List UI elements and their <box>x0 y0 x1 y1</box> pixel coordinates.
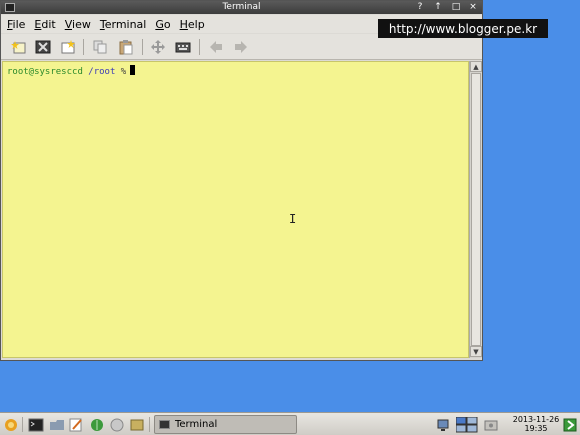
menu-view[interactable]: View <box>65 18 91 31</box>
ibeam-cursor-icon: I <box>289 212 297 226</box>
taskbar-separator <box>149 417 150 432</box>
text-cursor <box>130 65 136 75</box>
maximize-button[interactable]: □ <box>449 1 463 14</box>
taskbar: Terminal 2013-11-26 19:35 <box>0 412 580 435</box>
taskbar-item-terminal[interactable]: Terminal <box>154 415 297 434</box>
terminal-window: Terminal ? ↑ □ × File Edit View Terminal… <box>0 0 483 361</box>
start-menu-icon[interactable] <box>2 416 19 433</box>
prompt-user-host: root@sysresccd <box>7 67 83 77</box>
workspace-switcher[interactable] <box>456 416 478 433</box>
copy-icon[interactable] <box>91 38 109 56</box>
terminal-launcher-icon[interactable] <box>27 416 44 433</box>
menu-go[interactable]: Go <box>155 18 170 31</box>
menu-help[interactable]: Help <box>180 18 205 31</box>
file-manager-icon[interactable] <box>48 416 65 433</box>
scroll-down-icon[interactable]: ▼ <box>470 346 482 357</box>
toolbar-separator <box>199 39 200 55</box>
help-button[interactable]: ? <box>413 1 427 14</box>
system-tool-icon[interactable] <box>128 416 145 433</box>
clock[interactable]: 2013-11-26 19:35 <box>512 415 560 433</box>
network-icon[interactable] <box>436 416 453 433</box>
keyboard-icon[interactable] <box>174 38 192 56</box>
window-title: Terminal <box>222 2 261 12</box>
clock-date: 2013-11-26 <box>512 415 560 424</box>
move-icon[interactable] <box>149 38 167 56</box>
clock-time: 19:35 <box>524 424 548 433</box>
vertical-scrollbar[interactable]: ▲ ▼ <box>469 61 482 358</box>
terminal-area[interactable]: root@sysresccd /root % I <box>2 61 469 358</box>
browser-icon[interactable] <box>108 416 125 433</box>
scroll-up-icon[interactable]: ▲ <box>470 61 482 72</box>
toolbar-separator <box>83 39 84 55</box>
shell-prompt: root@sysresccd /root % <box>7 65 136 77</box>
title-bar[interactable]: Terminal ? ↑ □ × <box>1 1 482 14</box>
prompt-symbol: % <box>120 67 127 77</box>
minimize-button[interactable]: ↑ <box>431 1 445 14</box>
back-arrow-icon[interactable] <box>207 38 225 56</box>
logout-icon[interactable] <box>561 416 578 433</box>
close-button[interactable]: × <box>466 1 480 14</box>
menu-edit[interactable]: Edit <box>34 18 55 31</box>
watermark-url: http://www.blogger.pe.kr <box>378 19 548 38</box>
new-tab-icon[interactable] <box>10 38 28 56</box>
taskbar-item-label: Terminal <box>175 419 218 430</box>
terminal-task-icon <box>159 420 170 429</box>
prompt-path: /root <box>88 67 116 77</box>
new-window-icon[interactable] <box>59 38 77 56</box>
close-tab-icon[interactable] <box>34 38 52 56</box>
text-editor-icon[interactable] <box>67 416 84 433</box>
toolbar-separator <box>142 39 143 55</box>
volume-icon[interactable] <box>482 416 499 433</box>
menu-terminal[interactable]: Terminal <box>100 18 147 31</box>
scroll-thumb[interactable] <box>471 73 481 346</box>
forward-arrow-icon[interactable] <box>232 38 250 56</box>
taskbar-separator <box>22 417 23 432</box>
menu-file[interactable]: File <box>7 18 25 31</box>
paste-icon[interactable] <box>117 38 135 56</box>
app-launcher-icon[interactable] <box>88 416 105 433</box>
